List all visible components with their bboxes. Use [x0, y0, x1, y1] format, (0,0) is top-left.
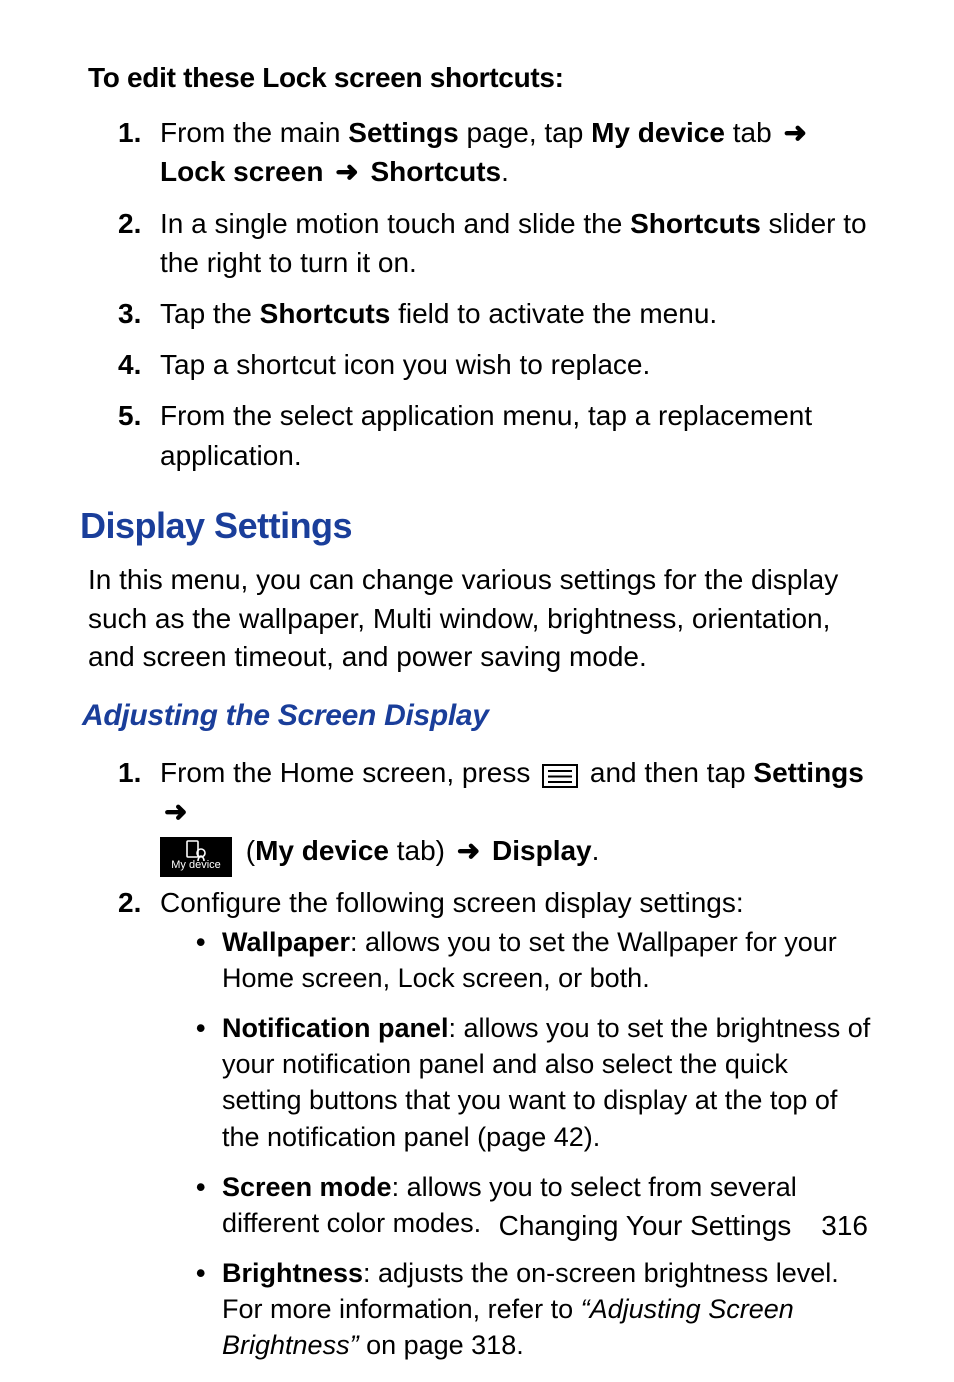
display-settings-list: Wallpaper: allows you to set the Wallpap…: [160, 922, 874, 1376]
text: tab): [389, 835, 453, 866]
step-2: Configure the following screen display s…: [160, 877, 874, 1382]
my-device-tab-icon: My device: [160, 837, 232, 877]
text: .: [501, 156, 509, 187]
section-body: In this menu, you can change various set…: [88, 561, 874, 677]
text: (: [246, 835, 255, 866]
label: Wallpaper: [222, 927, 350, 957]
text: tab: [725, 117, 779, 148]
subsection-heading-adjusting: Adjusting the Screen Display: [82, 695, 874, 737]
text: Configure the following screen display s…: [160, 887, 744, 918]
text: In a single motion touch and slide the: [160, 208, 630, 239]
text-bold: Shortcuts: [630, 208, 761, 239]
step-5: From the select application menu, tap a …: [160, 390, 874, 480]
bullet-wallpaper: Wallpaper: allows you to set the Wallpap…: [196, 922, 874, 1008]
bullet-brightness: Brightness: adjusts the on-screen bright…: [196, 1253, 874, 1376]
text-bold: Display: [492, 835, 592, 866]
bullet-notification-panel: Notification panel: allows you to set th…: [196, 1008, 874, 1167]
arrow-icon: ➜: [164, 792, 187, 831]
text: page, tap: [459, 117, 591, 148]
section-heading-display-settings: Display Settings: [80, 501, 874, 551]
step-2: In a single motion touch and slide the S…: [160, 198, 874, 288]
text: field to activate the menu.: [390, 298, 717, 329]
my-device-label: My device: [160, 860, 232, 871]
text-bold: Settings: [348, 117, 458, 148]
text: From the Home screen, press: [160, 757, 538, 788]
text: and then tap: [582, 757, 753, 788]
step-1: From the Home screen, press and then tap…: [160, 747, 874, 877]
arrow-icon: ➜: [335, 152, 358, 191]
steps-edit-shortcuts: From the main Settings page, tap My devi…: [80, 107, 874, 481]
text-bold: My device: [591, 117, 725, 148]
arrow-icon: ➜: [457, 831, 480, 870]
page-footer: Changing Your Settings 316: [499, 1206, 868, 1245]
arrow-icon: ➜: [783, 113, 806, 152]
label: Screen mode: [222, 1172, 392, 1202]
steps-adjusting: From the Home screen, press and then tap…: [80, 747, 874, 1382]
text: Tap a shortcut icon you wish to replace.: [160, 349, 650, 380]
label: Notification panel: [222, 1013, 449, 1043]
text: From the main: [160, 117, 348, 148]
text-bold: Settings: [753, 757, 863, 788]
text-bold: My device: [255, 835, 389, 866]
text: Tap the: [160, 298, 260, 329]
text-bold: Shortcuts: [370, 156, 501, 187]
text-bold: Lock screen: [160, 156, 323, 187]
step-4: Tap a shortcut icon you wish to replace.: [160, 339, 874, 390]
text: on page 318.: [359, 1330, 524, 1360]
intro-heading: To edit these Lock screen shortcuts:: [88, 58, 874, 97]
text: From the select application menu, tap a …: [160, 400, 812, 470]
page-number: 316: [821, 1210, 868, 1241]
step-3: Tap the Shortcuts field to activate the …: [160, 288, 874, 339]
footer-section-name: Changing Your Settings: [499, 1210, 792, 1241]
menu-icon: [542, 764, 578, 788]
text-bold: Shortcuts: [260, 298, 391, 329]
step-1: From the main Settings page, tap My devi…: [160, 107, 874, 197]
text: .: [592, 835, 600, 866]
label: Brightness: [222, 1258, 363, 1288]
